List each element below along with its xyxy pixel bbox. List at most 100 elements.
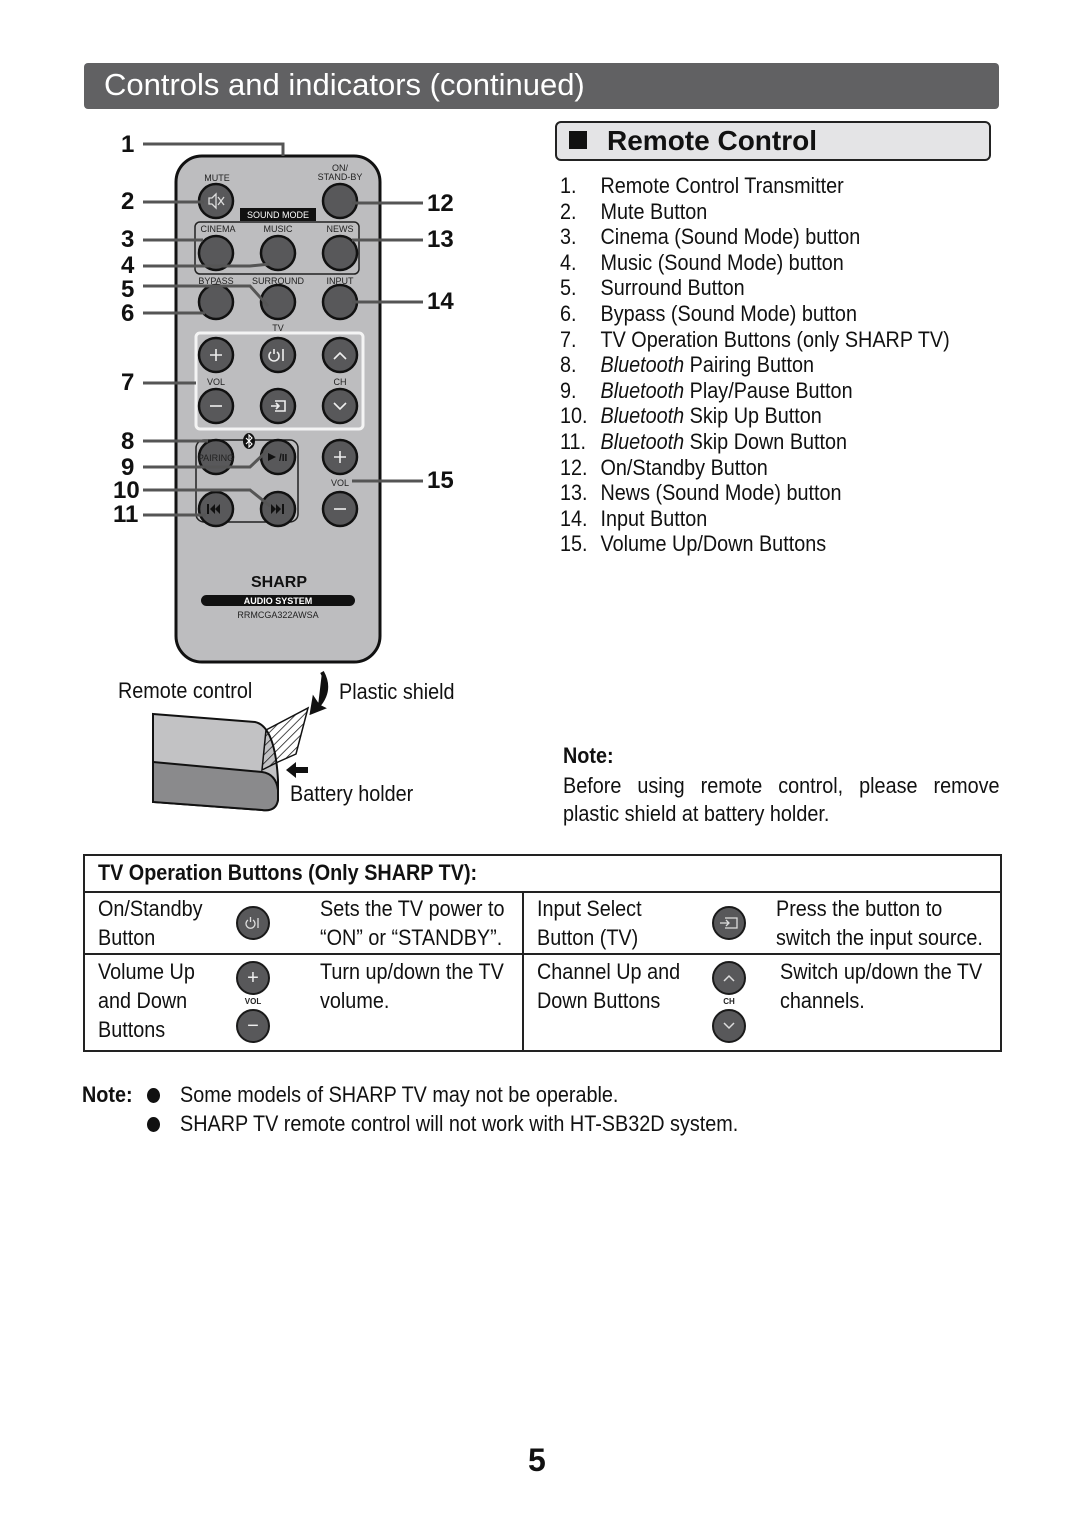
list-item-number: 3. [560, 224, 577, 250]
table-row: On/Standby Button Sets the TV power to “… [83, 891, 1002, 955]
list-item-number: 11. [560, 428, 587, 454]
list-item: 8. Bluetooth Pairing Button [560, 352, 950, 378]
tv-operation-table: TV Operation Buttons (Only SHARP TV): On… [83, 854, 1002, 1052]
input-select-desc: Press the button to switch the input sou… [776, 896, 983, 950]
tv-ch-up-button [321, 336, 359, 374]
list-item: 13. News (Sound Mode) button [560, 480, 950, 506]
list-item-number: 1. [560, 173, 577, 198]
table-title: TV Operation Buttons (Only SHARP TV): [98, 860, 478, 885]
table-row: Volume Up and Down Buttons + VOL − Turn … [83, 953, 1002, 1052]
callout-3: 3 [121, 226, 135, 253]
volume-name: Volume Up and Down Buttons [98, 959, 195, 1042]
minus-icon: − [236, 1009, 270, 1043]
bottom-note-item: Some models of SHARP TV may not be opera… [180, 1082, 619, 1107]
plus-icon: + [236, 961, 270, 995]
list-item-text: TV Operation Buttons (only SHARP TV) [600, 326, 950, 352]
list-item-text: Bypass (Sound Mode) button [600, 300, 857, 326]
svg-text:SURROUND: SURROUND [252, 276, 305, 286]
chevron-down-icon [712, 1009, 746, 1043]
list-item-number: 8. [560, 352, 577, 378]
list-item: 14. Input Button [560, 506, 950, 532]
channel-name: Channel Up and Down Buttons [537, 959, 681, 1013]
list-item-text: Cinema (Sound Mode) button [600, 224, 861, 250]
pause-glyph: /II [279, 453, 288, 464]
svg-text:VOL: VOL [331, 478, 349, 488]
svg-text:TV: TV [272, 323, 284, 333]
page-banner: Controls and indicators (continued) [84, 63, 999, 109]
callout-15: 15 [427, 467, 454, 494]
ch-label: CH [723, 997, 735, 1006]
svg-text:INPUT: INPUT [327, 276, 355, 286]
list-item: 3. Cinema (Sound Mode) button [560, 224, 950, 250]
curved-arrow-icon [309, 671, 329, 716]
channel-desc: Switch up/down the TV channels. [780, 959, 983, 1013]
list-item-text: Music (Sound Mode) button [600, 249, 844, 275]
list-item-number: 9. [560, 377, 577, 403]
list-item-text: Surround Button [600, 275, 745, 301]
list-item-text: Mute Button [600, 198, 708, 224]
list-item: 15. Volume Up/Down Buttons [560, 531, 950, 557]
page-number: 5 [528, 1442, 546, 1478]
svg-text:NEWS: NEWS [327, 224, 354, 234]
list-item-number: 2. [560, 198, 577, 224]
model-number: RRMCGA322AWSA [237, 610, 318, 620]
square-bullet-icon [569, 131, 587, 149]
svg-text:PAIRING: PAIRING [198, 453, 234, 463]
remote-parts-list: 1. Remote Control Transmitter 2. Mute Butto… [560, 173, 950, 557]
input-select-name: Input Select Button (TV) [537, 896, 642, 950]
callout-13: 13 [427, 226, 454, 253]
list-item-number: 10. [560, 403, 588, 429]
list-item: 10. Bluetooth Skip Up Button [560, 403, 950, 429]
input-button [321, 283, 359, 321]
list-item-italic: Bluetooth [600, 352, 685, 378]
input-icon [712, 906, 746, 940]
callout-7: 7 [121, 369, 135, 396]
callout-11: 11 [113, 501, 139, 528]
list-item: 1. Remote Control Transmitter [560, 173, 950, 199]
list-item-text: Remote Control Transmitter [600, 173, 844, 198]
section-heading-remote-control: Remote Control [555, 121, 991, 161]
note-body: Before using remote control, please remo… [563, 773, 1000, 826]
list-item-number: 14. [560, 505, 588, 531]
callout-2: 2 [121, 188, 135, 215]
list-item-number: 13. [560, 480, 588, 506]
callout-6: 6 [121, 300, 135, 327]
bullet-icon [147, 1088, 160, 1108]
list-item-text: Skip Up Button [684, 403, 822, 429]
remote-control-label: Remote control [118, 678, 253, 703]
section-title: Remote Control [607, 125, 817, 156]
svg-text:SOUND MODE: SOUND MODE [247, 210, 309, 220]
list-item-italic: Bluetooth [600, 428, 685, 454]
list-item: 11. Bluetooth Skip Down Button [560, 429, 950, 455]
svg-text:VOL: VOL [207, 377, 225, 387]
list-item: 6. Bypass (Sound Mode) button [560, 301, 950, 327]
list-item-number: 4. [560, 249, 577, 275]
tv-ch-down-button [321, 387, 359, 425]
tv-power-button [259, 336, 297, 374]
table-title-cell: TV Operation Buttons (Only SHARP TV): [83, 854, 1002, 893]
list-item-number: 7. [560, 326, 577, 352]
plastic-shield-label: Plastic shield [339, 679, 455, 704]
on-standby-desc: Sets the TV power to “ON” or “STANDBY”. [320, 896, 505, 950]
plastic-shield [261, 706, 310, 772]
list-item-text: Skip Down Button [684, 428, 848, 454]
bottom-note-label: Note: [82, 1082, 133, 1107]
list-item: 7. TV Operation Buttons (only SHARP TV) [560, 327, 950, 353]
list-item-number: 12. [560, 454, 588, 480]
news-button [321, 234, 359, 272]
play-pause-button [259, 438, 297, 476]
svg-text:MUSIC: MUSIC [264, 224, 294, 234]
callout-line-1 [143, 142, 285, 156]
callout-8: 8 [121, 428, 135, 455]
svg-text:STAND-BY: STAND-BY [318, 172, 363, 182]
note-heading: Note: [563, 743, 614, 768]
list-item: 5. Surround Button [560, 275, 950, 301]
list-item-italic: Bluetooth [600, 403, 685, 429]
arrow-left-icon [286, 762, 308, 778]
list-item-text: News (Sound Mode) button [600, 480, 842, 506]
list-item-text: Pairing Button [684, 352, 815, 378]
list-item-number: 15. [560, 531, 588, 557]
list-item-text: Input Button [600, 505, 708, 531]
list-item: 9. Bluetooth Play/Pause Button [560, 378, 950, 404]
list-item-number: 6. [560, 300, 577, 326]
